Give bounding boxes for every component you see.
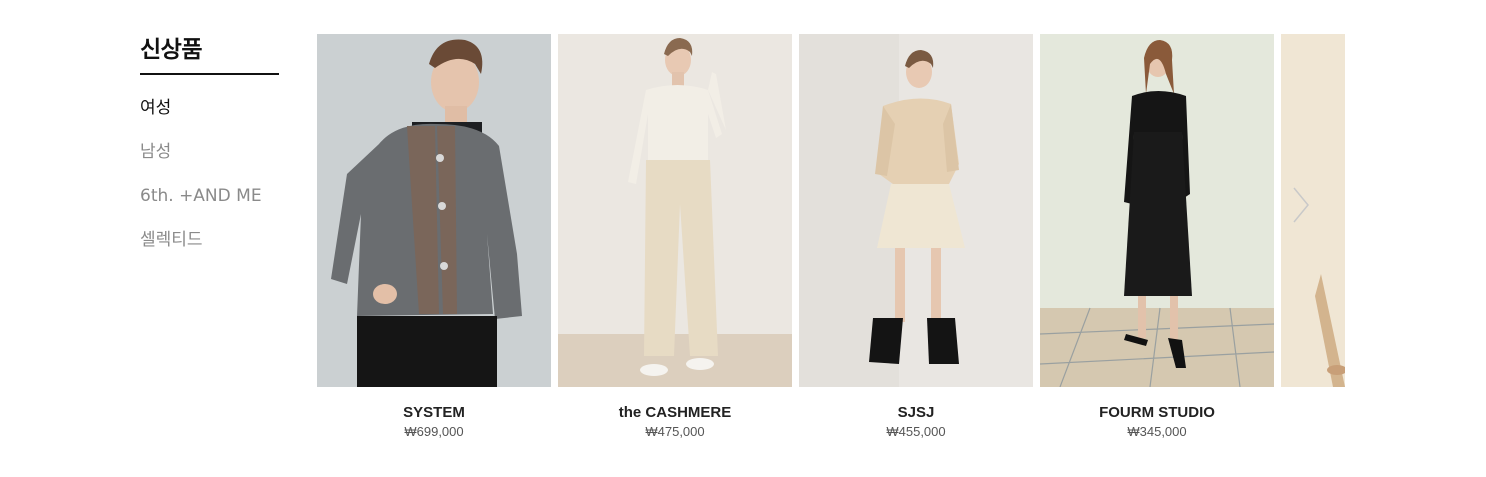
beige-quilted-jacket-skirt-photo	[799, 34, 1033, 387]
carousel-next-button[interactable]	[1290, 186, 1312, 224]
page-title: 신상품	[140, 37, 202, 63]
category-sidebar: 신상품 여성 남성 6th. +AND ME 셀렉티드	[140, 34, 279, 273]
product-image[interactable]	[558, 34, 792, 387]
product-image[interactable]	[799, 34, 1033, 387]
sidebar-item-selected[interactable]: 셀렉티드	[140, 229, 279, 273]
sidebar-item-men[interactable]: 남성	[140, 141, 279, 185]
product-card[interactable]: SJSJ ₩455,000	[799, 34, 1033, 440]
product-card[interactable]: the CASHMERE ₩475,000	[558, 34, 792, 440]
product-price: ₩475,000	[645, 424, 705, 439]
sidebar-item-women[interactable]: 여성	[140, 97, 279, 141]
product-image[interactable]	[1040, 34, 1274, 387]
title-divider	[140, 73, 279, 75]
product-card[interactable]: SYSTEM ₩699,000	[317, 34, 551, 440]
category-list: 여성 남성 6th. +AND ME 셀렉티드	[140, 97, 279, 273]
product-brand[interactable]: SYSTEM	[317, 404, 551, 422]
product-price: ₩345,000	[1127, 424, 1187, 439]
new-arrivals-carousel: SYSTEM ₩699,000 the CASHMERE ₩475,000 SJ…	[317, 34, 1345, 454]
gray-tweed-jacket-photo	[317, 34, 551, 387]
product-price: ₩455,000	[886, 424, 946, 439]
product-image[interactable]	[317, 34, 551, 387]
product-price: ₩699,000	[404, 424, 464, 439]
cream-knit-wide-pants-photo	[558, 34, 792, 387]
chevron-right-icon	[1293, 187, 1309, 223]
sidebar-item-and-me[interactable]: 6th. +AND ME	[140, 185, 279, 229]
black-knit-dress-photo	[1040, 34, 1274, 387]
product-card[interactable]	[1281, 34, 1345, 440]
product-brand[interactable]: FOURM STUDIO	[1040, 404, 1274, 422]
product-brand[interactable]: the CASHMERE	[558, 404, 792, 422]
carousel-track: SYSTEM ₩699,000 the CASHMERE ₩475,000 SJ…	[317, 34, 1345, 440]
product-card[interactable]: FOURM STUDIO ₩345,000	[1040, 34, 1274, 440]
product-brand[interactable]: SJSJ	[799, 404, 1033, 422]
